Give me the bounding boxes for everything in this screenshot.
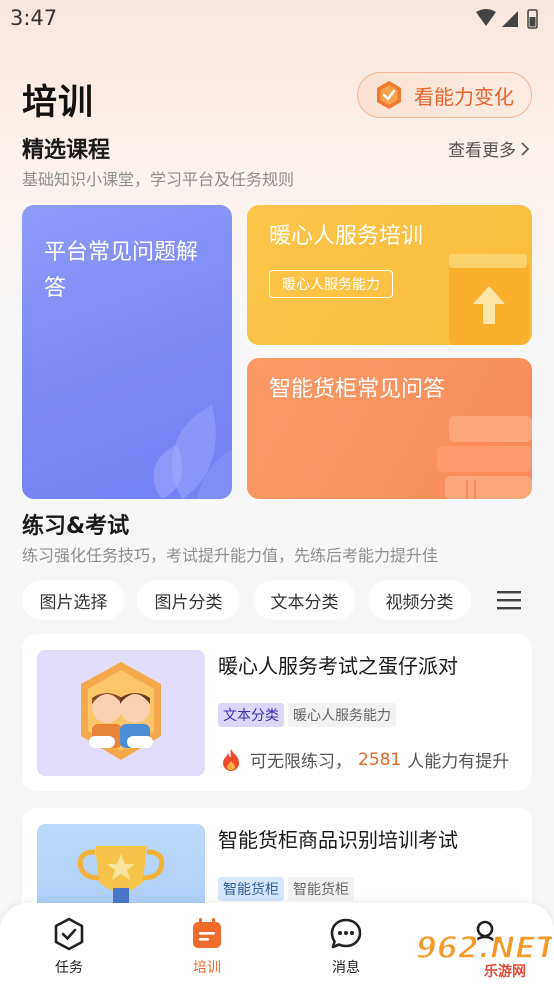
- course-card-title: 暖心人服务培训: [269, 224, 424, 249]
- tab-label: 培训: [193, 960, 221, 976]
- exam-tags: 文本分类 暖心人服务能力: [218, 703, 400, 727]
- ability-badge-icon: [377, 81, 401, 109]
- chips-menu-button[interactable]: [484, 580, 554, 620]
- exam-card[interactable]: 暖心人服务考试之蛋仔派对 文本分类 暖心人服务能力 可无限练习， 2581 人能…: [22, 634, 532, 791]
- see-more-link[interactable]: 查看更多: [448, 136, 530, 161]
- exam-stat-prefix: 可无限练习，: [250, 752, 352, 772]
- training-icon: [193, 918, 221, 948]
- leaf-decoration-icon: [153, 405, 232, 499]
- status-time: 3:47: [10, 6, 58, 30]
- ability-button-label: 看能力变化: [414, 84, 514, 109]
- exam-ability-tag: 暖心人服务能力: [288, 703, 396, 727]
- signal-icon: [502, 11, 518, 27]
- page-title: 培训: [22, 83, 95, 123]
- chip-image-select[interactable]: 图片选择: [22, 580, 125, 620]
- hamburger-menu-icon: [497, 591, 521, 610]
- chevron-right-icon: [521, 141, 530, 156]
- message-icon: [330, 918, 362, 949]
- exam-title: 暖心人服务考试之蛋仔派对: [218, 654, 458, 678]
- exam-tags: 智能货柜 智能货柜: [218, 877, 358, 901]
- stacked-books-icon: [437, 416, 532, 499]
- exam-title: 智能货柜商品识别培训考试: [218, 828, 458, 852]
- watermark-sub: 乐游网: [484, 963, 526, 980]
- exam-stat: 可无限练习， 2581 人能力有提升: [220, 747, 509, 772]
- category-chips: 图片选择 图片分类 文本分类 视频分类: [22, 580, 554, 620]
- tab-label: 任务: [55, 960, 83, 976]
- fire-icon: [223, 748, 239, 771]
- chip-image-classify[interactable]: 图片分类: [137, 580, 240, 620]
- course-card-platform-faq[interactable]: 平台常见问题解答: [22, 205, 232, 499]
- chip-text-classify[interactable]: 文本分类: [253, 580, 356, 620]
- course-card-smart-cabinet[interactable]: 智能货柜常见问答: [247, 358, 532, 499]
- status-icons: [472, 8, 542, 30]
- view-ability-change-button[interactable]: 看能力变化: [357, 72, 532, 118]
- exam-stat-count: 2581: [358, 749, 402, 770]
- exam-stat-suffix: 人能力有提升: [407, 752, 510, 772]
- status-bar: 3:47: [0, 0, 554, 38]
- exam-ability-tag: 智能货柜: [288, 877, 354, 901]
- tab-training[interactable]: 培训: [167, 917, 247, 977]
- exam-type-tag: 文本分类: [218, 703, 284, 727]
- chip-video-classify[interactable]: 视频分类: [368, 580, 471, 620]
- watermark-logo: 962.NET 乐游网: [412, 918, 554, 982]
- course-card-title: 平台常见问题解答: [44, 240, 199, 301]
- courses-section-title: 精选课程: [22, 138, 111, 163]
- courses-section-subtitle: 基础知识小课堂，学习平台及任务规则: [22, 170, 295, 189]
- practice-section-title: 练习&考试: [22, 514, 130, 539]
- watermark-text: 962.NET: [416, 931, 552, 966]
- upload-book-icon: [449, 254, 529, 345]
- see-more-label: 查看更多: [448, 141, 516, 161]
- gamer-kids-icon: [81, 662, 161, 760]
- exam-type-tag: 智能货柜: [218, 877, 284, 901]
- tab-label: 消息: [332, 960, 360, 976]
- tab-messages[interactable]: 消息: [306, 917, 386, 977]
- exam-thumbnail: [37, 650, 205, 776]
- course-card-title: 智能货柜常见问答: [269, 377, 446, 402]
- course-card-warm-service[interactable]: 暖心人服务培训 暖心人服务能力: [247, 205, 532, 345]
- wifi-icon: [476, 9, 496, 26]
- practice-section-subtitle: 练习强化任务技巧，考试提升能力值，先练后考能力提升佳: [22, 546, 439, 565]
- task-check-icon: [54, 917, 84, 951]
- tab-task[interactable]: 任务: [29, 917, 109, 977]
- course-card-tag: 暖心人服务能力: [269, 270, 393, 298]
